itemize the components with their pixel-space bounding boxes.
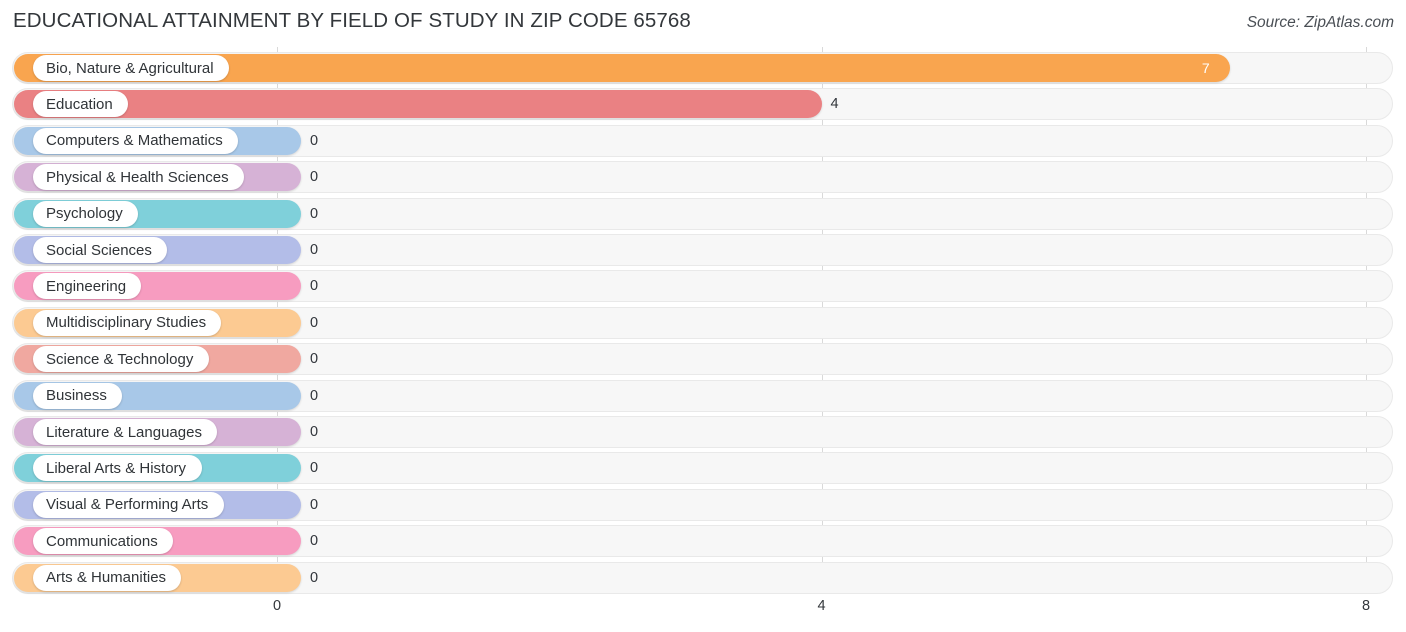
category-label: Education [46,95,113,113]
x-tick-label: 8 [1361,598,1371,614]
bar-row[interactable]: Bio, Nature & Agricultural 7 [0,52,1406,84]
chart-header: EDUCATIONAL ATTAINMENT BY FIELD OF STUDY… [0,0,1406,44]
bar-value-label: 0 [310,314,319,331]
category-label: Liberal Arts & History [46,459,187,477]
category-label-pill: Education [33,91,128,118]
category-label-pill: Engineering [33,273,141,300]
bar-value-label: 7 [1201,60,1210,76]
category-label: Literature & Languages [46,423,202,441]
bar[interactable] [14,90,822,119]
category-label: Business [46,387,107,405]
category-label-pill: Literature & Languages [33,419,217,445]
bar-value-label: 0 [310,169,319,186]
category-label-pill: Computers & Mathematics [33,127,238,154]
category-label-pill: Arts & Humanities [33,564,181,591]
bar-row[interactable]: Visual & Performing Arts 0 [0,488,1406,521]
bar-row[interactable]: Communications 0 [0,525,1406,558]
bar-row[interactable]: Literature & Languages 0 [0,416,1406,448]
bar-rows: Bio, Nature & Agricultural 7 Education 4 Com… [0,47,1406,594]
bar-value-label: 0 [310,205,319,222]
category-label: Psychology [46,205,123,223]
bar-value-label: 0 [310,351,319,368]
category-label: Engineering [46,277,127,295]
bar-row[interactable]: Physical & Health Sciences 0 [0,161,1406,194]
category-label: Arts & Humanities [46,569,167,587]
category-label-pill: Business [33,382,122,409]
bar-value-label: 0 [310,569,319,586]
category-label: Physical & Health Sciences [46,168,229,186]
bar-row[interactable]: Multidisciplinary Studies 0 [0,306,1406,339]
category-label-pill: Science & Technology [33,346,209,373]
category-label-pill: Communications [33,528,173,555]
category-label: Social Sciences [46,241,152,259]
source-attribution: Source: ZipAtlas.com [1246,14,1394,31]
bar-value-label: 0 [310,132,319,149]
category-label-pill: Bio, Nature & Agricultural [33,55,229,81]
category-label: Science & Technology [46,350,194,368]
bar-value-label: 0 [310,278,319,295]
page-title: EDUCATIONAL ATTAINMENT BY FIELD OF STUDY… [13,9,691,32]
bar-value-label: 0 [310,424,319,440]
bar-row[interactable]: Liberal Arts & History 0 [0,452,1406,485]
bar-row[interactable]: Business 0 [0,379,1406,412]
category-label-pill: Liberal Arts & History [33,455,202,482]
x-tick-label: 4 [817,598,826,614]
category-label-pill: Psychology [33,200,138,227]
category-label-pill: Visual & Performing Arts [33,491,224,518]
category-label: Bio, Nature & Agricultural [46,59,214,77]
category-label-pill: Social Sciences [33,237,167,263]
bar-value-label: 0 [310,387,319,404]
category-label-pill: Physical & Health Sciences [33,164,244,191]
bar-value-label: 0 [310,460,319,477]
category-label: Computers & Mathematics [46,132,223,150]
bar-row[interactable]: Psychology 0 [0,197,1406,230]
category-label: Communications [46,532,158,550]
bar-value-label: 0 [310,533,319,550]
category-label: Multidisciplinary Studies [46,314,207,332]
x-tick-label: 0 [272,598,282,614]
bar-row[interactable]: Science & Technology 0 [0,343,1406,376]
bar-row[interactable]: Engineering 0 [0,270,1406,303]
bar-value-label: 4 [830,96,839,113]
bar-row[interactable]: Education 4 [0,88,1406,121]
bar-value-label: 0 [310,496,319,513]
category-label: Visual & Performing Arts [46,496,209,514]
chart-plot-area: Bio, Nature & Agricultural 7 Education 4 Com… [0,47,1406,594]
bar-row[interactable]: Social Sciences 0 [0,234,1406,266]
category-label-pill: Multidisciplinary Studies [33,309,221,336]
bar-row[interactable]: Arts & Humanities 0 [0,561,1406,594]
bar-row[interactable]: Computers & Mathematics 0 [0,124,1406,157]
x-axis: 0 4 8 [0,592,1406,632]
bar-value-label: 0 [310,242,319,258]
